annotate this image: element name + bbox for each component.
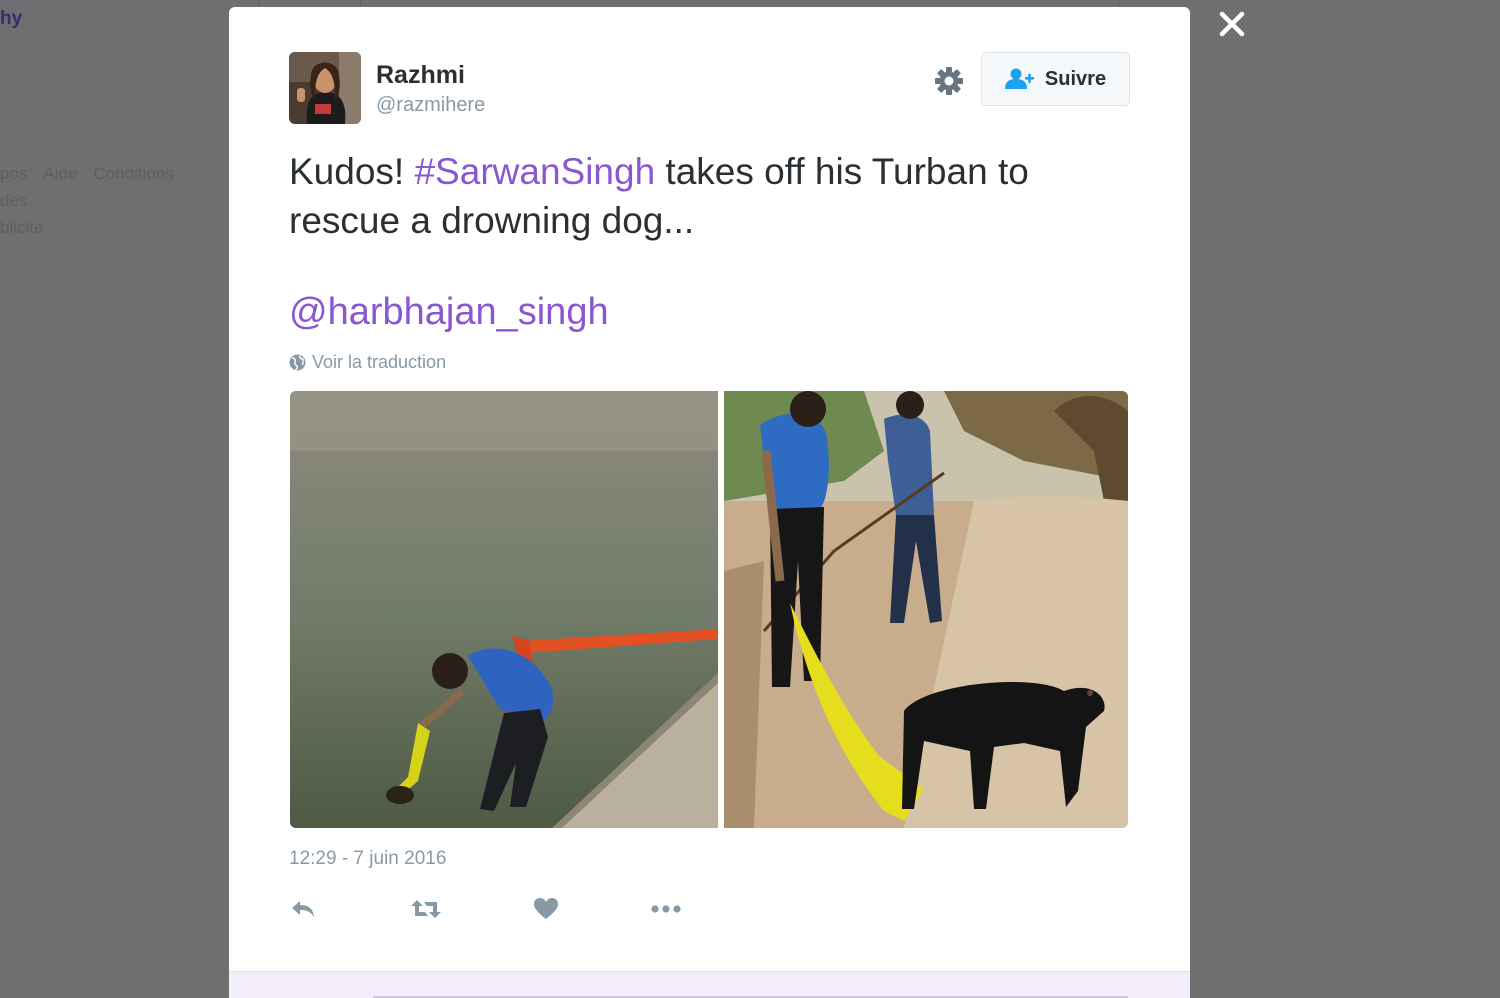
gear-icon xyxy=(935,67,963,95)
tweet-timestamp[interactable]: 12:29 - 7 juin 2016 xyxy=(289,848,446,870)
retweet-icon xyxy=(411,900,441,918)
mention-link[interactable]: @harbhajan_singh xyxy=(289,291,609,334)
follow-label: Suivre xyxy=(1044,67,1107,90)
follow-person-icon xyxy=(1004,68,1034,89)
avatar-image xyxy=(289,52,361,124)
close-button[interactable] xyxy=(1214,6,1250,42)
tweet-photo-canal[interactable] xyxy=(290,391,718,828)
dog-rescue-image xyxy=(724,391,1128,828)
tweet-actions xyxy=(289,895,709,925)
tweet-media xyxy=(290,391,1128,828)
background-divider xyxy=(1118,0,1119,6)
retweet-button[interactable] xyxy=(410,895,442,923)
background-title-fragment: hy xyxy=(0,8,23,29)
follow-button[interactable]: Suivre xyxy=(981,52,1130,106)
reply-button[interactable] xyxy=(289,895,317,923)
settings-button[interactable] xyxy=(932,64,966,98)
hashtag-link[interactable]: #SarwanSingh xyxy=(414,151,655,192)
tweet-text: Kudos! #SarwanSingh takes off his Turban… xyxy=(289,147,1129,245)
tweet-text-prefix: Kudos! xyxy=(289,151,415,192)
background-link[interactable]: Conditions xyxy=(93,164,173,183)
avatar[interactable] xyxy=(289,52,361,124)
translate-label: Voir la traduction xyxy=(312,352,447,372)
background-divider xyxy=(258,0,259,6)
user-handle[interactable]: @razmihere xyxy=(376,94,485,117)
background-divider xyxy=(360,0,361,6)
canal-rescue-image xyxy=(290,391,718,828)
tweet-photo-dog[interactable] xyxy=(724,391,1128,828)
user-name[interactable]: Razhmi xyxy=(376,61,465,90)
background-link[interactable]: des xyxy=(0,191,27,210)
tweet-modal: Razhmi @razmihere Suivre Kudos! #SarwanS… xyxy=(229,7,1190,998)
background-link[interactable]: blicité xyxy=(0,218,43,237)
modal-footer xyxy=(229,971,1190,998)
background-link[interactable]: pos xyxy=(0,164,27,183)
more-icon xyxy=(651,905,681,913)
close-icon xyxy=(1219,11,1245,37)
like-icon xyxy=(534,898,558,919)
background-link[interactable]: Aide xyxy=(43,164,77,183)
like-button[interactable] xyxy=(533,895,559,923)
translate-link[interactable]: Voir la traduction xyxy=(289,352,446,373)
background-footer-links: pos Aide Conditions des blicité xyxy=(0,160,225,241)
more-button[interactable] xyxy=(650,895,682,923)
reply-icon xyxy=(292,901,314,917)
globe-icon xyxy=(289,354,306,371)
